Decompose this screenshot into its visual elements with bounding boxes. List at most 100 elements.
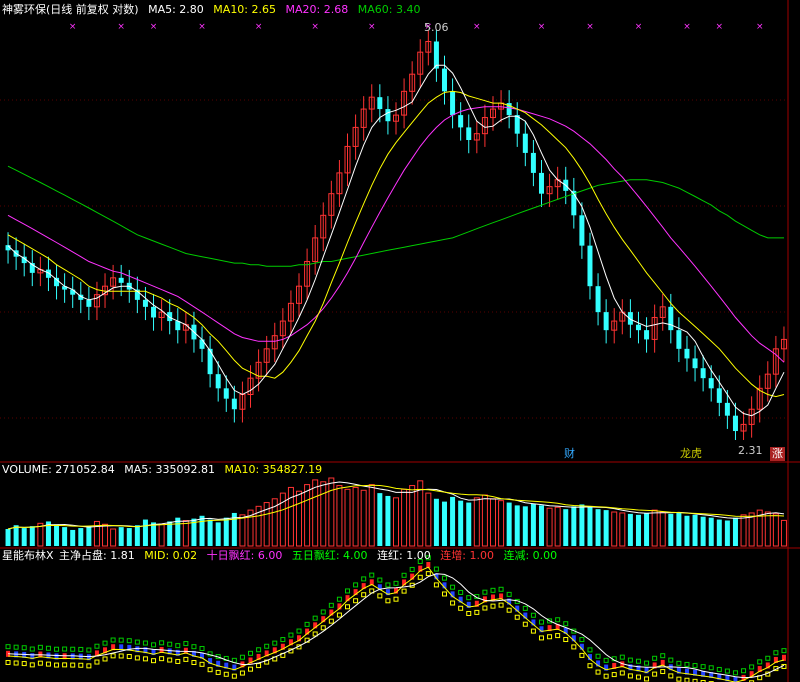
band-lower-marker	[603, 673, 609, 679]
volume-bar-down	[199, 515, 205, 546]
volume-bar-up	[401, 488, 408, 547]
band-lower-marker	[183, 656, 189, 662]
volume-bar-down	[70, 529, 76, 546]
band-upper-marker	[256, 647, 262, 653]
volume-bar-down	[514, 505, 520, 546]
candle-body-down	[199, 339, 205, 349]
mid-label: MID: 0.02	[144, 549, 198, 562]
band-upper-marker	[773, 650, 779, 656]
band-upper-marker	[142, 640, 148, 646]
low-price-label: 2.31	[738, 444, 763, 457]
band-upper-marker	[530, 612, 536, 618]
volume-bar-down	[692, 514, 698, 546]
band-upper-marker	[595, 653, 601, 659]
band-lower-marker	[652, 671, 658, 677]
band-upper-marker	[199, 646, 205, 652]
band-upper-marker	[724, 668, 730, 674]
candle-body-down	[458, 115, 464, 128]
candle-body-down	[700, 368, 706, 379]
volume-bar-up	[182, 520, 189, 547]
band-lower-marker	[110, 653, 116, 659]
volume-bar-down	[724, 520, 730, 546]
candle-body-down	[732, 415, 738, 432]
band-lower-marker	[199, 661, 205, 667]
candle-body-down	[441, 68, 447, 92]
volume-bar-up	[110, 528, 117, 547]
band-upper-marker	[361, 576, 367, 582]
volume-bar-up	[393, 497, 399, 547]
candle-body-down	[603, 312, 609, 331]
volume-bar-down	[78, 528, 84, 546]
band-lower-marker	[563, 637, 569, 643]
band-upper-marker	[385, 582, 391, 588]
ma10-label: MA10: 2.65	[213, 3, 277, 16]
band-upper-marker	[126, 638, 132, 644]
band-upper-marker	[603, 657, 609, 663]
candle-body-down	[684, 348, 690, 359]
signal-marker: ×	[683, 22, 691, 32]
band-lower-marker	[393, 596, 399, 602]
band-upper-marker	[183, 641, 189, 647]
limit-up-badge[interactable]: 涨	[770, 447, 785, 461]
volume-ma5-line	[7, 481, 785, 530]
signal-marker: ×	[69, 22, 77, 32]
band-lower-marker	[328, 618, 334, 624]
volume-bar-down	[530, 503, 536, 546]
band-lower-marker	[579, 652, 585, 658]
signal-marker: ×	[756, 22, 764, 32]
volume-bar-down	[579, 504, 585, 546]
band-upper-marker	[296, 628, 302, 634]
band-upper-marker	[86, 647, 92, 653]
volume-bar-down	[627, 513, 633, 546]
band-upper-marker	[272, 640, 278, 646]
band-upper-marker	[167, 641, 173, 647]
band-upper-marker	[409, 566, 415, 572]
volume-bar-up	[328, 477, 335, 547]
band-lower-marker	[474, 609, 480, 615]
band-lower-marker	[522, 621, 528, 627]
ten-day-red-label: 十日飘红: 6.00	[206, 549, 283, 562]
volume-bar-up	[481, 494, 488, 547]
candle-body-down	[70, 289, 76, 295]
band-upper-marker	[498, 586, 504, 592]
volume-bar-up	[611, 511, 618, 547]
band-lower-marker	[514, 614, 520, 620]
band-upper-marker	[579, 637, 585, 643]
volume-bar-down	[126, 528, 132, 546]
volume-bar-down	[385, 495, 391, 546]
band-lower-marker	[587, 663, 593, 669]
candle-body-down	[433, 41, 439, 69]
volume-bar-down	[458, 500, 464, 546]
band-lower-marker	[506, 607, 512, 613]
band-upper-marker	[62, 646, 68, 652]
candle-body-down	[676, 330, 682, 349]
band-lower-marker	[353, 598, 359, 604]
volume-bar-down	[151, 522, 157, 546]
longhu-badge[interactable]: 龙虎	[680, 447, 702, 461]
band-lower-marker	[644, 676, 650, 682]
band-upper-marker	[749, 664, 755, 670]
band-upper-marker	[700, 664, 706, 670]
band-lower-marker	[102, 656, 108, 662]
finance-badge[interactable]: 财	[564, 447, 575, 461]
band-upper-marker	[652, 655, 658, 661]
band-lower-marker	[401, 588, 407, 594]
candle-body-down	[223, 388, 229, 399]
band-lower-marker	[450, 600, 456, 606]
volume-bar-down	[142, 519, 148, 546]
band-upper-marker	[78, 646, 84, 652]
stock-chart[interactable]: × × × × × × × × × × × × × × ×	[0, 0, 800, 682]
band-upper-marker	[110, 637, 116, 643]
volume-bar-up	[239, 514, 246, 547]
band-lower-marker	[345, 604, 351, 610]
band-upper-marker	[151, 642, 157, 648]
volume-bar-up	[659, 511, 666, 547]
volume-ma10-label: MA10: 354827.19	[224, 463, 323, 476]
stock-name: 神雾环保	[2, 3, 46, 16]
volume-bar-up	[651, 509, 658, 547]
band-lower-marker	[126, 654, 132, 660]
volume-bar-down	[603, 510, 609, 546]
volume-bar-up	[360, 489, 367, 547]
candle-body-down	[118, 277, 124, 283]
candle-body-down	[595, 286, 601, 313]
